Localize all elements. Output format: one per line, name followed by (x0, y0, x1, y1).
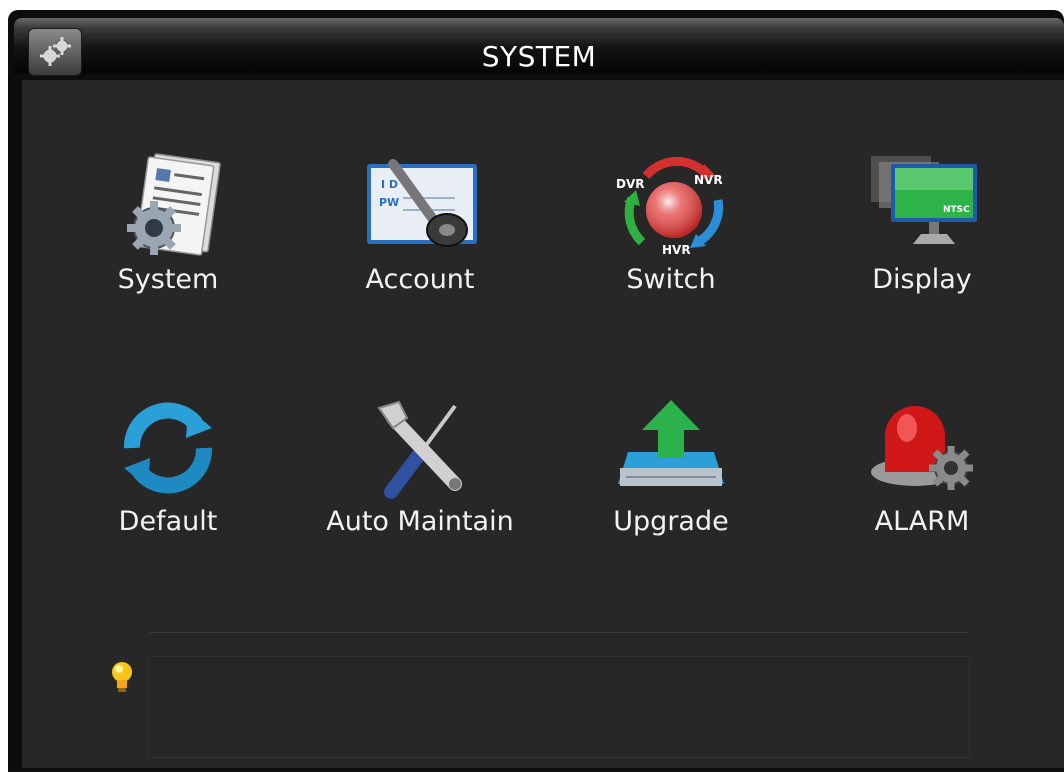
upgrade-arrow-icon (618, 400, 724, 486)
id-glyph: I D (381, 178, 398, 191)
menu-item-switch[interactable]: DVR NVR HVR Switch (571, 150, 771, 340)
menu-item-alarm[interactable]: ALARM (822, 392, 1022, 582)
menu-item-label: ALARM (874, 506, 970, 537)
menu-item-auto-maintain[interactable]: Auto Maintain (320, 392, 520, 582)
menu-item-label: Default (118, 506, 218, 537)
menu-item-display[interactable]: NTSC Display (822, 150, 1022, 340)
wrench-screwdriver-icon (377, 400, 462, 499)
menu-item-upgrade[interactable]: Upgrade (571, 392, 771, 582)
pw-glyph: PW (379, 196, 399, 209)
tip-message-box (148, 656, 970, 758)
menu-item-label: Auto Maintain (326, 506, 514, 537)
dvr-nvr-hvr-switch-icon: DVR NVR HVR (616, 156, 724, 257)
menu-item-label: Account (365, 264, 475, 295)
divider (150, 632, 968, 633)
menu-item-system[interactable]: System (68, 150, 268, 340)
settings-gear-button[interactable] (28, 28, 82, 76)
alarm-siren-icon (871, 406, 973, 490)
monitor-display-icon: NTSC (871, 156, 977, 244)
title-bar: SYSTEM (14, 18, 1064, 74)
dvr-badge: DVR (616, 177, 645, 191)
ntsc-badge: NTSC (943, 205, 970, 215)
refresh-default-icon (123, 402, 213, 494)
gears-icon (40, 37, 71, 66)
menu-item-label: Display (872, 264, 972, 295)
menu-item-account[interactable]: I D PW Account (320, 150, 520, 340)
nvr-badge: NVR (694, 173, 723, 187)
menu-item-label: Switch (626, 264, 716, 295)
hvr-badge: HVR (662, 243, 691, 257)
menu-item-default[interactable]: Default (68, 392, 268, 582)
lightbulb-icon (112, 662, 132, 692)
menu-item-label: Upgrade (613, 506, 729, 537)
system-settings-icon (127, 153, 221, 256)
account-key-icon: I D PW (367, 159, 477, 247)
menu-item-label: System (117, 264, 219, 295)
window-title: SYSTEM (481, 40, 597, 73)
